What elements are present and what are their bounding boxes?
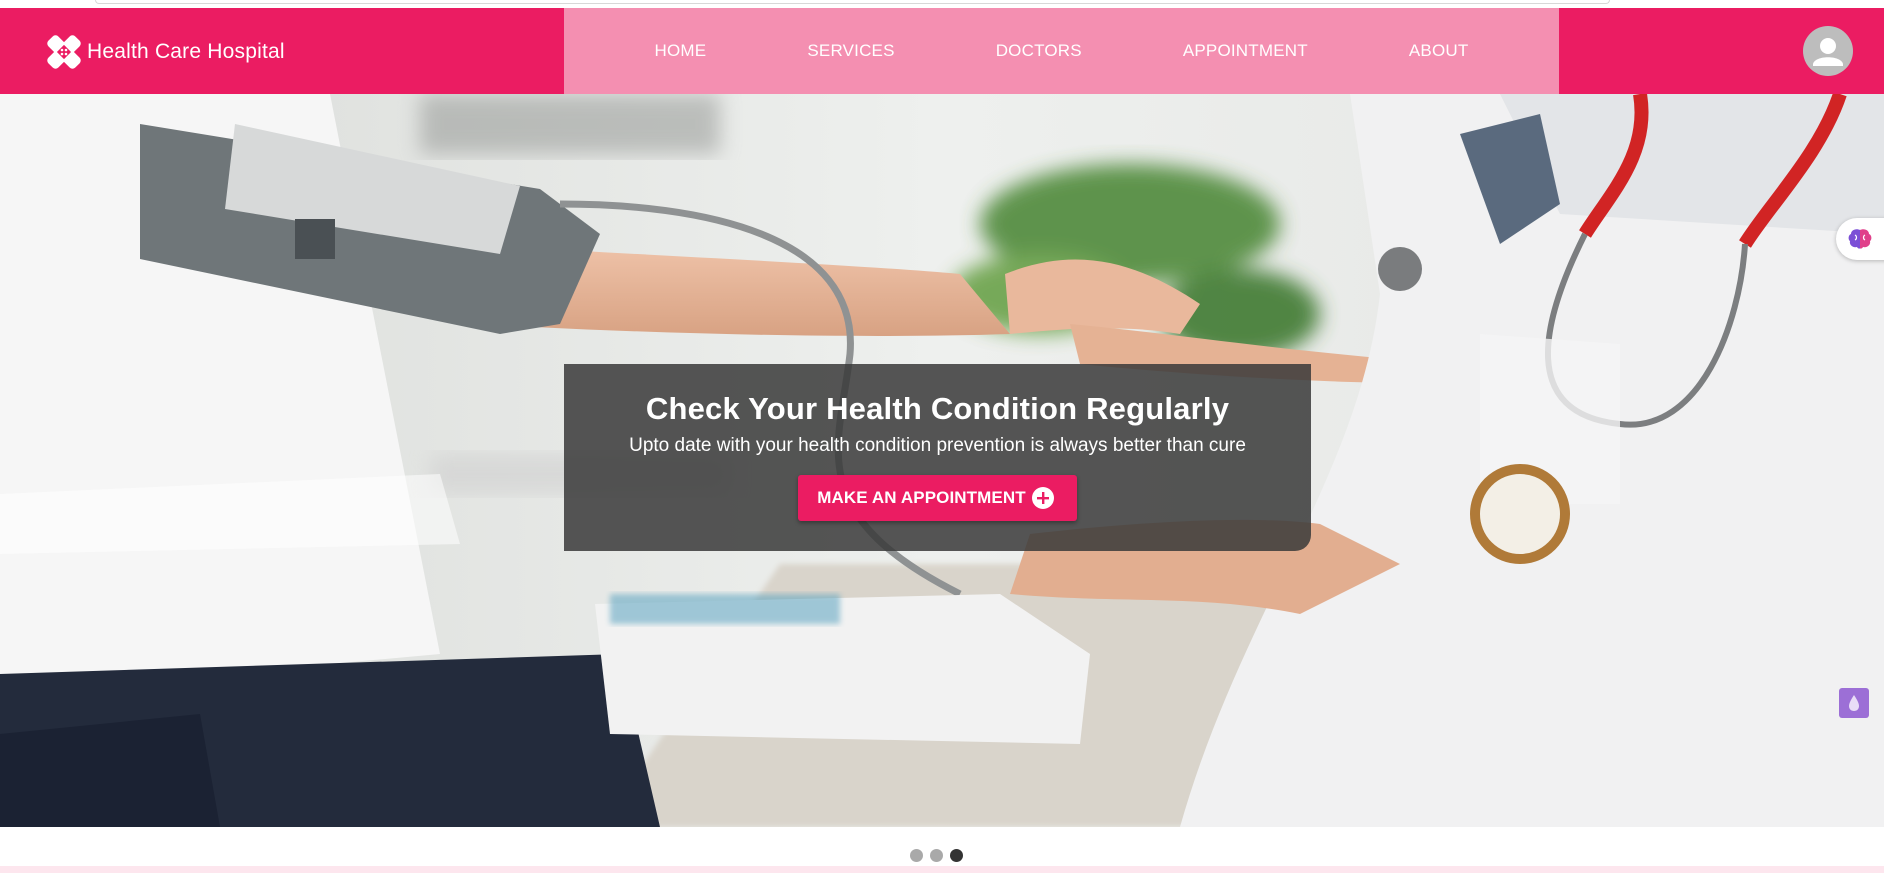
nav-about[interactable]: ABOUT [1409, 41, 1469, 61]
brand[interactable]: Health Care Hospital [44, 32, 285, 72]
next-section-edge [0, 866, 1884, 873]
brain-icon [1848, 229, 1872, 249]
nav-appointment[interactable]: APPOINTMENT [1183, 41, 1308, 61]
make-appointment-label: MAKE AN APPOINTMENT [817, 488, 1026, 507]
browser-top-strip [0, 0, 1884, 8]
plus-circle-icon [1031, 487, 1054, 509]
hero-carousel: Check Your Health Condition Regularly Up… [0, 94, 1884, 827]
nav-home[interactable]: HOME [655, 41, 707, 61]
side-widget-tab[interactable] [1836, 218, 1884, 260]
hero-subtitle: Upto date with your health condition pre… [629, 435, 1246, 456]
carousel-dot-1[interactable] [910, 849, 923, 862]
navbar: Health Care Hospital HOME SERVICES DOCTO… [0, 8, 1884, 94]
carousel-dot-2[interactable] [930, 849, 943, 862]
brand-name: Health Care Hospital [87, 40, 285, 63]
corner-widget[interactable] [1839, 688, 1869, 718]
top-strip-edge [95, 0, 1610, 4]
make-appointment-button[interactable]: MAKE AN APPOINTMENT [798, 475, 1077, 521]
carousel-indicators [910, 849, 963, 863]
bandage-cross-icon [44, 32, 84, 72]
drop-icon [1849, 695, 1859, 711]
hero-title: Check Your Health Condition Regularly [645, 391, 1230, 426]
nav-doctors[interactable]: DOCTORS [996, 41, 1082, 61]
hero-caption: Check Your Health Condition Regularly Up… [564, 364, 1311, 551]
user-avatar-icon[interactable] [1803, 26, 1853, 76]
nav-services[interactable]: SERVICES [807, 41, 894, 61]
carousel-dot-3[interactable] [950, 849, 963, 862]
nav-menu: HOME SERVICES DOCTORS APPOINTMENT ABOUT [564, 8, 1559, 94]
